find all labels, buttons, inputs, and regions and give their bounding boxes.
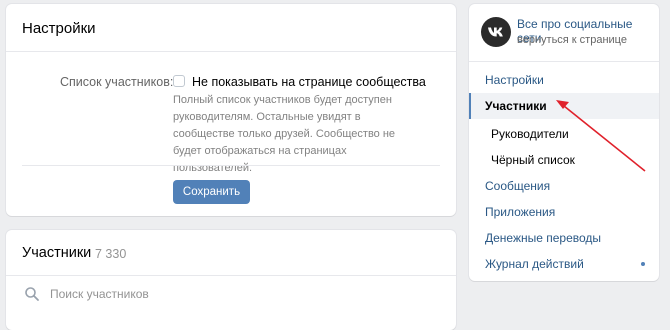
community-avatar[interactable]: [481, 17, 511, 47]
vk-logo-icon: [488, 27, 503, 37]
save-button[interactable]: Сохранить: [173, 180, 250, 204]
form-divider: [22, 165, 440, 166]
unread-dot-icon: [641, 262, 645, 266]
members-list-label: Список участников:: [60, 75, 174, 89]
members-panel: Участники 7 330 Поиск участников: [6, 230, 456, 330]
sidebar-divider: [469, 61, 659, 62]
menu-item-label: Сообщения: [485, 179, 551, 193]
menu-item[interactable]: Участники: [469, 93, 659, 119]
hide-members-checkbox-label[interactable]: Не показывать на странице сообщества: [192, 75, 426, 89]
menu-item-label: Чёрный список: [491, 153, 575, 167]
menu-item-label: Журнал действий: [485, 257, 584, 271]
menu-item-label: Денежные переводы: [485, 231, 602, 245]
menu-item[interactable]: Денежные переводы: [469, 225, 659, 251]
hide-members-checkbox[interactable]: [173, 75, 185, 87]
community-menu: Все про социальные сети вернуться к стра…: [469, 4, 659, 281]
settings-panel: Настройки Список участников: Не показыва…: [6, 4, 456, 216]
menu-item-label: Руководители: [491, 127, 569, 141]
menu-item[interactable]: Чёрный список: [469, 147, 659, 173]
menu-item[interactable]: Руководители: [469, 121, 659, 147]
menu-item-label: Приложения: [485, 205, 556, 219]
members-search-input[interactable]: Поиск участников: [50, 287, 149, 301]
menu-item[interactable]: Сообщения: [469, 173, 659, 199]
members-count: 7 330: [95, 247, 127, 261]
members-title: Участники: [22, 245, 92, 261]
settings-title: Настройки: [22, 20, 96, 37]
menu-item-label: Участники: [485, 99, 547, 113]
back-to-page-link[interactable]: вернуться к странице: [517, 34, 627, 46]
menu-item[interactable]: Приложения: [469, 199, 659, 225]
members-divider: [6, 275, 456, 276]
search-icon: [25, 287, 39, 301]
header-divider: [6, 51, 456, 52]
menu-item-label: Настройки: [485, 73, 544, 87]
menu-item[interactable]: Настройки: [469, 67, 659, 93]
menu-item[interactable]: Журнал действий: [469, 251, 659, 277]
